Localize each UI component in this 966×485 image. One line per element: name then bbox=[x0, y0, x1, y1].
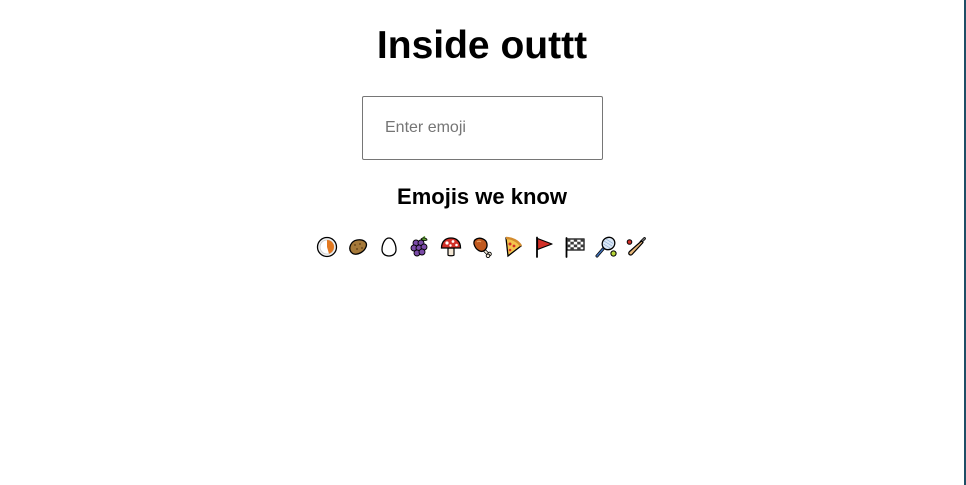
rice-cracker-icon[interactable] bbox=[315, 234, 339, 260]
triangular-flag-icon[interactable] bbox=[532, 234, 556, 260]
tennis-racket-icon[interactable] bbox=[594, 234, 618, 260]
egg-icon[interactable] bbox=[377, 234, 401, 260]
chequered-flag-icon[interactable] bbox=[563, 234, 587, 260]
meat-on-bone-icon[interactable] bbox=[470, 234, 494, 260]
pizza-icon[interactable] bbox=[501, 234, 525, 260]
emojis-known-heading: Emojis we know bbox=[397, 184, 567, 209]
page-title: Inside outtt bbox=[376, 24, 588, 67]
app-page: Inside outtt Emojis we know bbox=[0, 0, 966, 485]
emoji-search-input[interactable] bbox=[362, 96, 603, 160]
emoji-list bbox=[0, 234, 964, 260]
potato-icon[interactable] bbox=[346, 234, 370, 260]
grapes-icon[interactable] bbox=[408, 234, 432, 260]
cricket-bat-icon[interactable] bbox=[625, 234, 649, 260]
mushroom-icon[interactable] bbox=[439, 234, 463, 260]
